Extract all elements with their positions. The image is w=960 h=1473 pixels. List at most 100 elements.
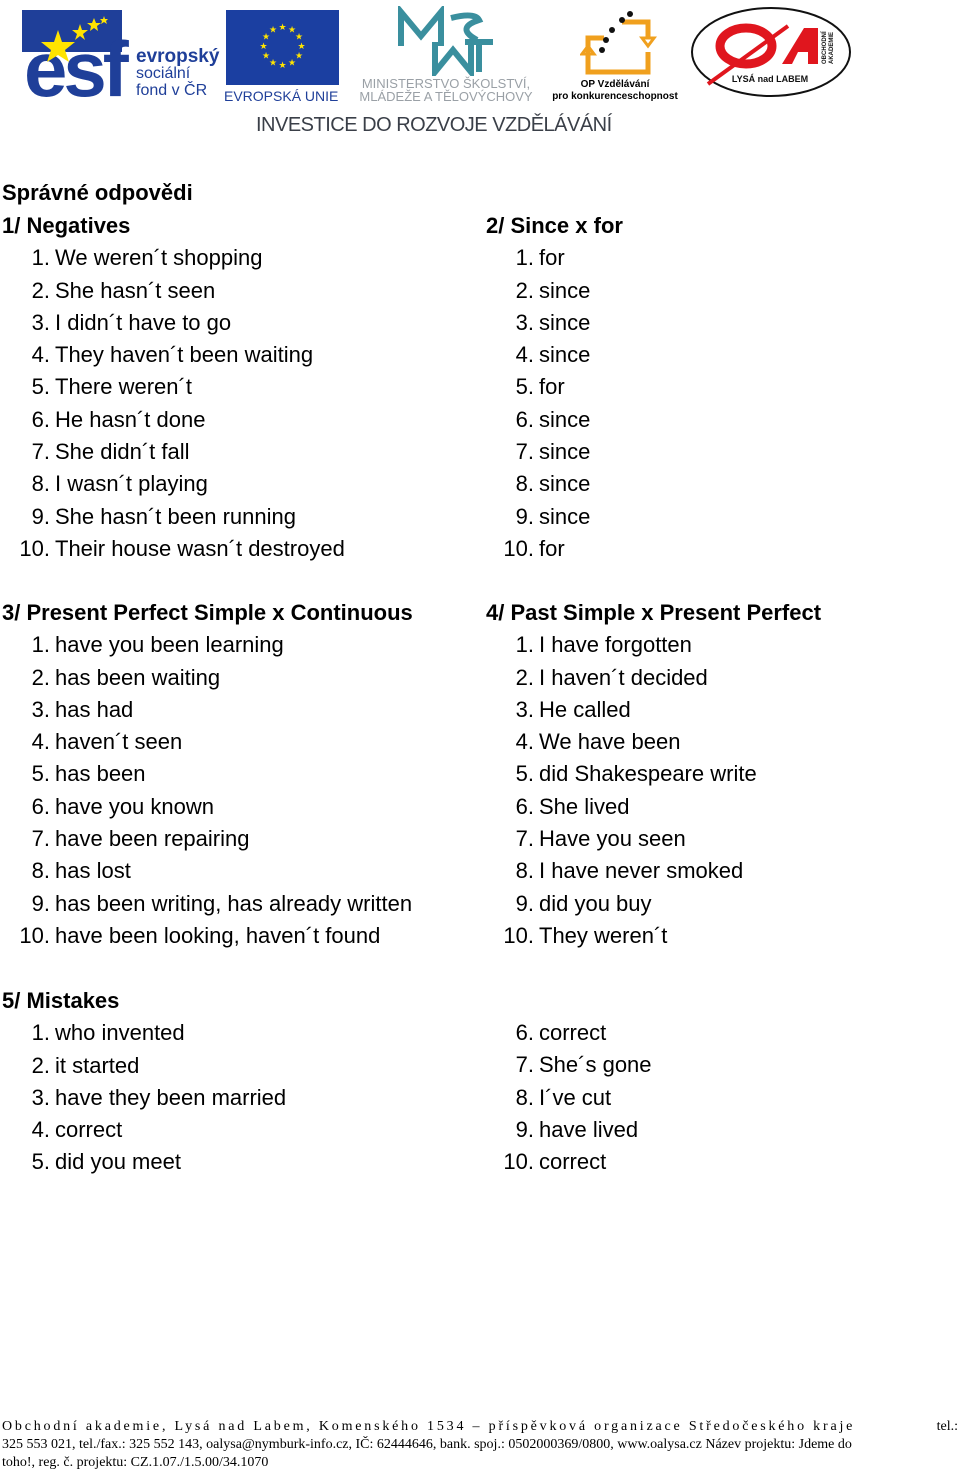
answer-text: has been waiting xyxy=(55,664,221,690)
answer-number: 4. xyxy=(31,729,50,755)
esf-logo-text: evropský sociální fond v ČR xyxy=(136,46,220,99)
svg-text:★: ★ xyxy=(295,33,303,43)
eu-logo-label: EVROPSKÁ UNIE xyxy=(224,88,339,104)
svg-text:AKADEMIE: AKADEMIE xyxy=(829,32,835,64)
answer-list: 1. for 2. since 3. since 4. since 5. for 6. since 7.… xyxy=(486,242,623,565)
answer-number: 4. xyxy=(31,1117,50,1143)
answer-number: 7. xyxy=(515,439,534,465)
answer-item: 10. Their house wasn´t destroyed xyxy=(2,533,344,565)
answer-text: have you known xyxy=(55,793,214,819)
answer-item: 5. did you meet xyxy=(2,1146,286,1178)
answer-number: 7. xyxy=(31,826,50,852)
answer-text: She hasn´t seen xyxy=(55,277,216,303)
answer-text: They haven´t been waiting xyxy=(55,342,314,368)
answer-number: 9. xyxy=(31,503,50,529)
answer-text: it started xyxy=(55,1052,140,1078)
answer-number: 5. xyxy=(515,761,534,787)
answer-number: 8. xyxy=(31,858,50,884)
answer-number: 1. xyxy=(31,632,50,658)
answer-text: He hasn´t done xyxy=(55,406,206,432)
answer-text: has lost xyxy=(55,858,131,884)
answer-text: I wasn´t playing xyxy=(55,471,208,497)
answer-number: 3. xyxy=(515,309,534,335)
answer-number: 9. xyxy=(515,890,534,916)
answer-item: 2. has been waiting xyxy=(2,662,413,694)
answer-number: 5. xyxy=(515,374,534,400)
answer-item: 3. has had xyxy=(2,694,413,726)
answer-item: 1. We weren´t shopping xyxy=(2,242,345,274)
op-logo-mark xyxy=(580,11,657,75)
footer-line-1: Obchodní akademie, Lysá nad Labem, Komen… xyxy=(2,1418,958,1436)
answer-text: correct xyxy=(55,1117,123,1143)
answer-text: have lived xyxy=(539,1116,639,1142)
svg-text:★: ★ xyxy=(278,23,286,33)
answer-text: There weren´t xyxy=(55,374,192,400)
answer-item: 1. who invented xyxy=(2,1017,286,1049)
answer-text: She hasn´t been running xyxy=(55,503,296,529)
section-heading: 4/ Past Simple x Present Perfect xyxy=(486,600,822,625)
svg-text:★: ★ xyxy=(295,52,303,62)
answer-item: 5. has been xyxy=(2,758,413,790)
answer-text: for xyxy=(539,245,565,271)
answer-item: 7. She didn´t fall xyxy=(2,436,345,468)
answer-list: 6. correct 7. She´s gone 8. I´ve cut 9. have li… xyxy=(486,1017,652,1178)
answer-text: have you been learning xyxy=(55,632,284,658)
answer-item: 2. I haven´t decided xyxy=(486,662,821,694)
answer-text: since xyxy=(539,503,591,529)
section-mistakes-continued: 6. correct 7. She´s gone 8. I´ve cut 9. have li… xyxy=(486,1017,652,1178)
answer-number: 7. xyxy=(515,826,534,852)
section-heading: 5/ Mistakes xyxy=(2,988,120,1013)
answer-list: 1. who invented 2. it started 3. have they be… xyxy=(2,1017,287,1178)
answer-item: 6. She lived xyxy=(486,791,821,823)
footer: Obchodní akademie, Lysá nad Labem, Komen… xyxy=(2,1418,958,1472)
answer-number: 1. xyxy=(515,632,534,658)
answer-text: I haven´t decided xyxy=(539,664,708,690)
answer-item: 4. They haven´t been waiting xyxy=(2,339,345,371)
answer-text: We weren´t shopping xyxy=(55,245,263,271)
answer-item: 5. did Shakespeare write xyxy=(486,758,821,790)
section-heading: 3/ Present Perfect Simple x Continuous xyxy=(2,600,413,625)
answer-number: 5. xyxy=(31,374,50,400)
answer-text: correct xyxy=(539,1020,607,1045)
answer-number: 8. xyxy=(31,471,50,497)
answer-text: She´s gone xyxy=(539,1052,652,1078)
document-title: Správné odpovědi xyxy=(2,180,193,205)
svg-text:LYSÁ nad LABEM: LYSÁ nad LABEM xyxy=(732,74,808,84)
answer-item: 6. since xyxy=(486,404,623,436)
answer-item: 4. correct xyxy=(2,1114,286,1146)
answer-item: 9. She hasn´t been running xyxy=(2,501,345,533)
answer-item: 7. since xyxy=(486,436,623,468)
answer-number: 4. xyxy=(515,729,534,755)
answer-text: who invented xyxy=(55,1020,185,1046)
answer-number: 5. xyxy=(31,1149,50,1175)
answer-number: 1. xyxy=(31,1020,50,1046)
answer-item: 9. did you buy xyxy=(486,888,821,920)
answer-item: 7. Have you seen xyxy=(486,823,821,855)
answer-number: 3. xyxy=(515,696,534,722)
answer-list: 1. have you been learning 2. has been waiti… xyxy=(2,629,413,952)
answer-item: 5. for xyxy=(486,371,623,403)
answer-number: 3. xyxy=(31,309,50,335)
answer-number: 6. xyxy=(515,1020,534,1045)
answer-number: 10. xyxy=(503,1149,534,1175)
op-logo-text: OP Vzdělávání pro konkurenceschopnost xyxy=(552,79,678,102)
answer-number: 7. xyxy=(515,1052,534,1078)
footer-address: Obchodní akademie, Lysá nad Labem, Komen… xyxy=(2,1419,856,1434)
answer-item: 9. since xyxy=(486,501,623,533)
answer-text: She lived xyxy=(539,793,630,819)
answer-text: Have you seen xyxy=(539,826,686,852)
answer-text: have they been married xyxy=(55,1084,287,1110)
answer-number: 2. xyxy=(515,277,534,303)
answer-number: 4. xyxy=(31,342,50,368)
answer-item: 7. She´s gone xyxy=(486,1049,652,1081)
answer-item: 2. She hasn´t seen xyxy=(2,275,345,307)
answer-number: 10. xyxy=(503,535,534,561)
answer-item: 10. have been looking, haven´t found xyxy=(2,920,413,952)
answer-text: for xyxy=(539,374,565,400)
oa-logo: LYSÁ nad LABEM OBCHODNÍ AKADEMIE xyxy=(691,7,851,97)
answer-text: has had xyxy=(55,696,134,722)
answer-text: I have forgotten xyxy=(539,632,692,658)
answer-text: has been xyxy=(55,761,146,787)
svg-text:★: ★ xyxy=(297,42,305,52)
answer-item: 5. There weren´t xyxy=(2,371,345,403)
